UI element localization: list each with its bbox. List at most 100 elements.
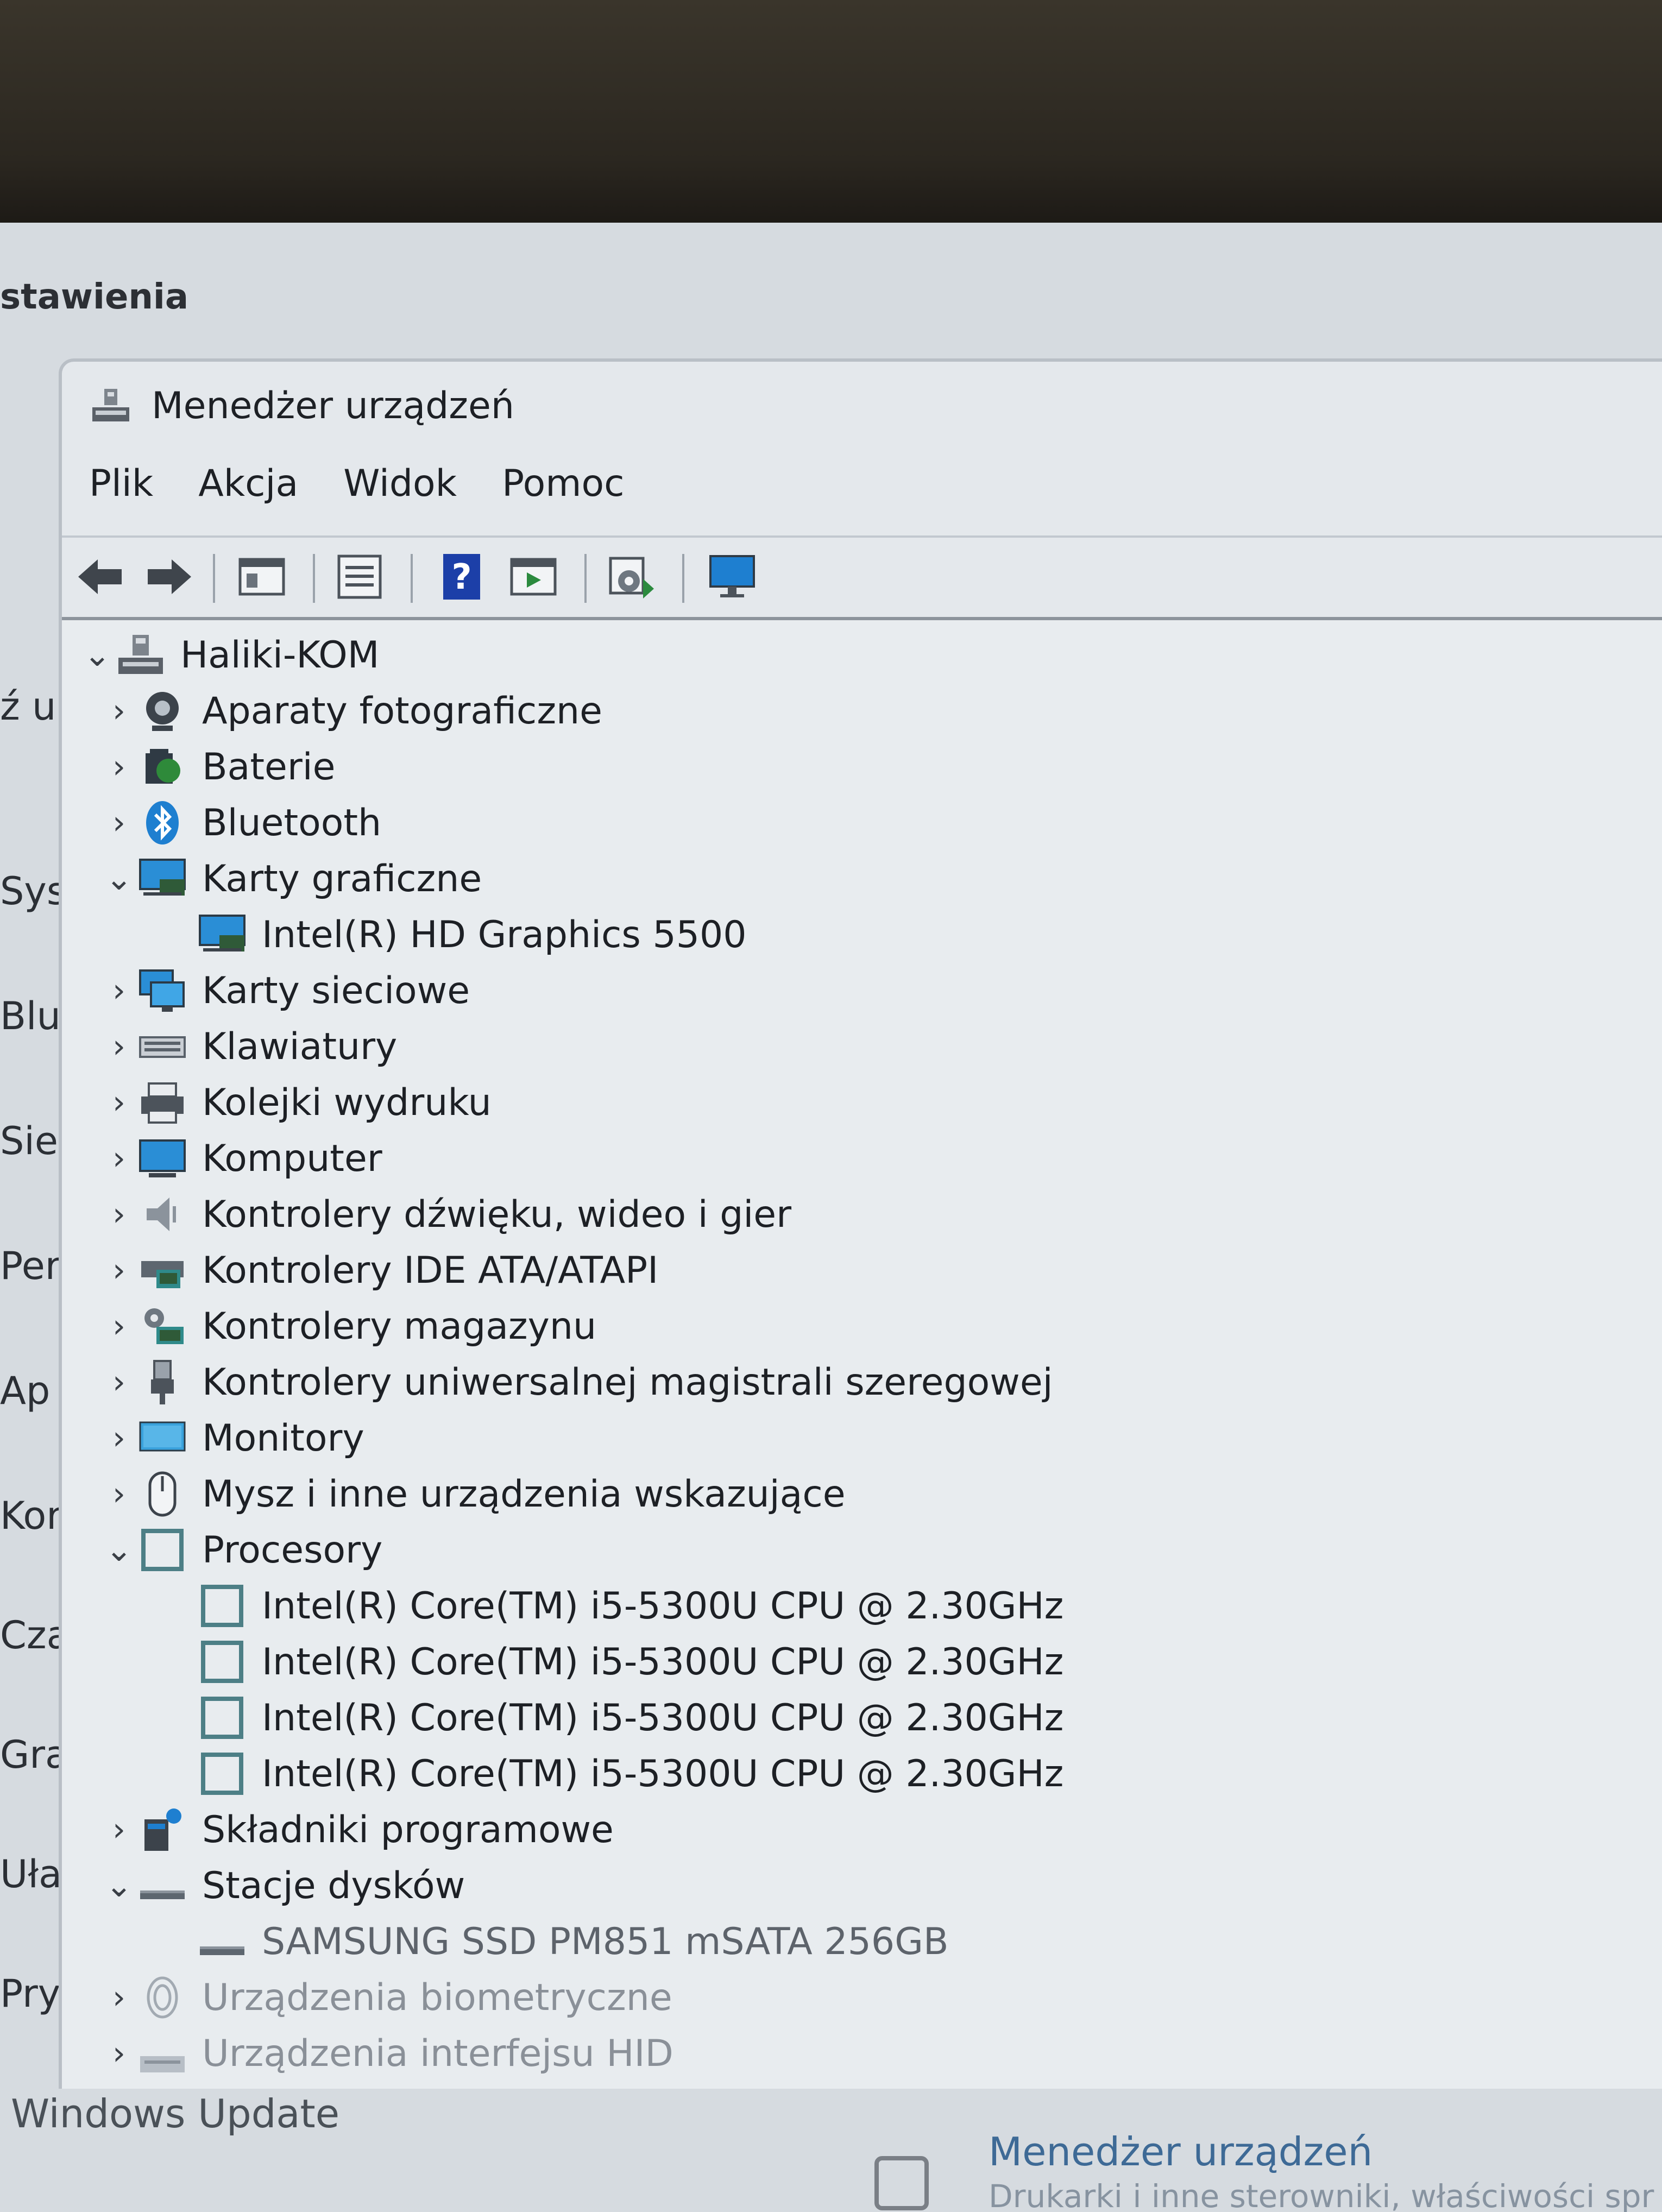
tree-category[interactable]: ⌄ Karty graficzne <box>100 852 482 906</box>
title-bar[interactable]: Menedżer urządzeń <box>62 362 1662 443</box>
chevron-right-icon[interactable]: › <box>100 684 138 738</box>
tree-item-label: Procesory <box>202 1528 383 1572</box>
tree-category[interactable]: › Bluetooth <box>100 796 381 850</box>
tree-item-label: Bluetooth <box>202 801 382 845</box>
help-icon[interactable]: ? <box>436 551 488 603</box>
tree-category[interactable]: › Monitory <box>100 1411 364 1465</box>
run-icon[interactable] <box>507 551 559 603</box>
chevron-right-icon[interactable]: › <box>100 963 138 1018</box>
keyboard-icon <box>139 1036 186 1058</box>
chevron-right-icon[interactable]: › <box>100 1019 138 1074</box>
computer-icon <box>139 1139 186 1177</box>
tree-category[interactable]: › Urządzenia interfejsu HID <box>100 2026 673 2081</box>
tree-item-label: Intel(R) Core(TM) i5-5300U CPU @ 2.30GHz <box>262 1640 1064 1684</box>
settings-sidebar-item[interactable]: Sys <box>0 869 60 913</box>
network-icon <box>139 969 185 1012</box>
settings-sidebar-item[interactable]: Sie <box>0 1119 60 1163</box>
tree-device[interactable]: SAMSUNG SSD PM851 mSATA 256GB <box>160 1914 949 1969</box>
settings-sidebar-item[interactable]: Blu <box>0 994 60 1038</box>
tree-item-label: Kontrolery uniwersalnej magistrali szere… <box>202 1360 1053 1404</box>
camera-icon <box>146 692 179 731</box>
tree-category[interactable]: › Urządzenia biometryczne <box>100 1970 672 2025</box>
ide-controller-icon <box>141 1261 184 1288</box>
update-driver-icon[interactable] <box>605 551 657 603</box>
chevron-right-icon[interactable]: › <box>100 1187 138 1242</box>
settings-sidebar-item[interactable]: Ap <box>0 1369 60 1413</box>
chevron-right-icon[interactable]: › <box>100 1803 138 1857</box>
properties-view-icon[interactable] <box>236 551 288 603</box>
tree-category[interactable]: › Karty sieciowe <box>100 963 470 1018</box>
chevron-right-icon[interactable]: › <box>100 2026 138 2081</box>
settings-sidebar-item[interactable]: Uła <box>0 1852 60 1896</box>
chevron-down-icon[interactable]: ⌄ <box>100 852 138 906</box>
tree-device[interactable]: Intel(R) Core(TM) i5-5300U CPU @ 2.30GHz <box>160 1691 1063 1745</box>
chevron-right-icon[interactable]: › <box>100 1411 138 1465</box>
chevron-right-icon[interactable]: › <box>100 1243 138 1297</box>
tree-item-label: Baterie <box>202 745 336 789</box>
tree-root-label: Haliki-KOM <box>180 633 380 677</box>
settings-sidebar-item[interactable]: Kor <box>0 1493 60 1538</box>
chevron-right-icon[interactable]: › <box>100 1299 138 1353</box>
tree-category[interactable]: › Kontrolery dźwięku, wideo i gier <box>100 1187 791 1242</box>
tree-device[interactable]: Intel(R) Core(TM) i5-5300U CPU @ 2.30GHz <box>160 1747 1063 1801</box>
tree-category[interactable]: › Aparaty fotograficzne <box>100 684 602 738</box>
forward-icon[interactable] <box>143 551 196 603</box>
tree-category[interactable]: › Komputer <box>100 1131 382 1186</box>
device-manager-link[interactable]: Menedżer urządzeń <box>989 2129 1373 2175</box>
chevron-down-icon[interactable]: ⌄ <box>100 1858 138 1913</box>
monitor-icon[interactable] <box>706 551 758 603</box>
computer-root-icon <box>118 635 163 674</box>
settings-sidebar-item[interactable]: Per <box>0 1244 60 1288</box>
chevron-down-icon[interactable]: ⌄ <box>78 628 116 682</box>
processor-icon <box>201 1697 243 1739</box>
chevron-right-icon[interactable]: › <box>100 796 138 850</box>
tree-device[interactable]: Intel(R) Core(TM) i5-5300U CPU @ 2.30GHz <box>160 1579 1063 1633</box>
settings-sidebar-item[interactable]: Cza <box>0 1613 60 1658</box>
chevron-right-icon[interactable]: › <box>100 1075 138 1130</box>
tree-category[interactable]: ⌄ Procesory <box>100 1523 382 1577</box>
tree-category[interactable]: › Kolejki wydruku <box>100 1075 492 1130</box>
tree-item-label: Karty sieciowe <box>202 969 470 1012</box>
chevron-down-icon[interactable]: ⌄ <box>100 1523 138 1577</box>
settings-sidebar-item[interactable]: Gra <box>0 1732 60 1777</box>
tree-category[interactable]: › Kontrolery IDE ATA/ATAPI <box>100 1243 658 1297</box>
toolbar: ? <box>62 535 1662 619</box>
tree-category[interactable]: › Kontrolery uniwersalnej magistrali szer… <box>100 1355 1053 1409</box>
tree-category[interactable]: › Baterie <box>100 740 336 794</box>
tree-item-label: SAMSUNG SSD PM851 mSATA 256GB <box>262 1920 949 1963</box>
chevron-right-icon[interactable]: › <box>100 1467 138 1521</box>
chevron-right-icon[interactable]: › <box>100 1970 138 2025</box>
screen: stawienia ź u Sys Blu Sie Per Ap Kor Cza Gra Uła P… <box>0 223 1662 2212</box>
menu-akcja[interactable]: Akcja <box>198 462 298 505</box>
menu-bar: Plik Akcja Widok Pomoc <box>89 462 667 516</box>
list-icon[interactable] <box>333 551 386 603</box>
tree-device[interactable]: Intel(R) HD Graphics 5500 <box>160 908 747 962</box>
tree-item-label: Urządzenia interfejsu HID <box>202 2032 673 2075</box>
tree-root[interactable]: ⌄ Haliki-KOM <box>78 628 380 682</box>
device-manager-link-icon <box>874 2156 929 2210</box>
chevron-right-icon[interactable]: › <box>100 1355 138 1409</box>
chevron-right-icon[interactable]: › <box>100 1131 138 1186</box>
monitor-icon <box>139 1421 186 1452</box>
menu-pomoc[interactable]: Pomoc <box>502 462 624 505</box>
chevron-right-icon[interactable]: › <box>100 740 138 794</box>
tree-item-label: Kontrolery magazynu <box>202 1304 597 1348</box>
tree-category[interactable]: › Składniki programowe <box>100 1803 614 1857</box>
menu-plik[interactable]: Plik <box>89 462 153 505</box>
tree-item-label: Kolejki wydruku <box>202 1081 492 1124</box>
tree-item-label: Aparaty fotograficzne <box>202 689 602 733</box>
software-component-icon <box>144 1808 181 1851</box>
tree-category[interactable]: › Klawiatury <box>100 1019 397 1074</box>
tree-device[interactable]: Intel(R) Core(TM) i5-5300U CPU @ 2.30GHz <box>160 1635 1063 1689</box>
settings-sidebar-item[interactable]: ź u <box>0 684 60 729</box>
tree-category[interactable]: ⌄ Stacje dysków <box>100 1858 465 1913</box>
tree-category[interactable]: › Mysz i inne urządzenia wskazujące <box>100 1467 846 1521</box>
back-icon[interactable] <box>74 551 126 603</box>
menu-widok[interactable]: Widok <box>343 462 457 505</box>
tree-item-label: Składniki programowe <box>202 1808 614 1851</box>
tree-category[interactable]: › Kontrolery magazynu <box>100 1299 596 1353</box>
windows-update-item[interactable]: Windows Update <box>11 2091 339 2137</box>
disk-drive-icon <box>200 1946 244 1955</box>
settings-sidebar-item[interactable]: Pry <box>0 1971 60 2016</box>
